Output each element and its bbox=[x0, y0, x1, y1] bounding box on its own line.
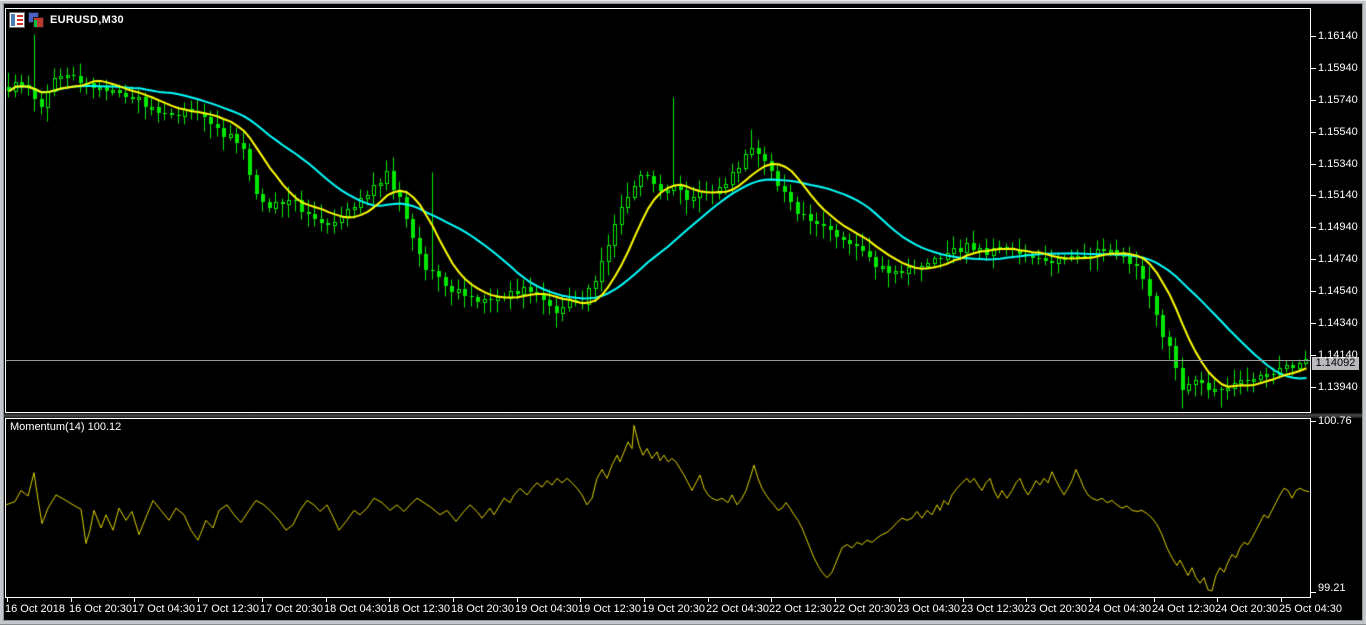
momentum-chart-canvas[interactable] bbox=[6, 419, 1310, 597]
time-axis-tick bbox=[1281, 598, 1282, 602]
price-axis-tick bbox=[1311, 68, 1316, 69]
price-axis-tick bbox=[1311, 387, 1316, 388]
time-axis-tick bbox=[708, 598, 709, 602]
time-axis-label: 23 Oct 12:30 bbox=[961, 603, 1024, 615]
momentum-axis-tick bbox=[1311, 592, 1316, 593]
time-axis-label: 18 Oct 20:30 bbox=[451, 603, 514, 615]
price-axis-tick bbox=[1311, 164, 1316, 165]
time-axis-label: 24 Oct 12:30 bbox=[1152, 603, 1215, 615]
momentum-max-label: 100.76 bbox=[1318, 415, 1352, 427]
price-axis-label: 1.15740 bbox=[1318, 94, 1358, 106]
price-axis-label: 1.15140 bbox=[1318, 189, 1358, 201]
momentum-indicator-panel: Momentum(14) 100.12 bbox=[5, 418, 1311, 598]
time-axis-tick bbox=[644, 598, 645, 602]
price-axis-tick bbox=[1311, 132, 1316, 133]
time-axis-tick bbox=[453, 598, 454, 602]
price-axis-label: 1.14940 bbox=[1318, 221, 1358, 233]
momentum-min-label: 99.21 bbox=[1318, 582, 1346, 594]
time-axis-tick bbox=[134, 598, 135, 602]
chart-legend: EURUSD,M30 bbox=[9, 11, 124, 29]
momentum-axis-tick bbox=[1311, 421, 1316, 422]
symbol-timeframe-label: EURUSD,M30 bbox=[50, 14, 124, 26]
price-axis-label: 1.14140 bbox=[1318, 349, 1358, 361]
price-axis-label: 1.16140 bbox=[1318, 30, 1358, 42]
time-axis-tick bbox=[1026, 598, 1027, 602]
price-axis-tick bbox=[1311, 100, 1316, 101]
price-axis-tick bbox=[1311, 355, 1316, 356]
time-axis-label: 25 Oct 04:30 bbox=[1279, 603, 1342, 615]
time-axis-label: 18 Oct 04:30 bbox=[324, 603, 387, 615]
tile-windows-icon bbox=[28, 12, 44, 28]
price-axis[interactable]: 1.14092 1.16140 1.15940 1.15740 1.15540 1.15… bbox=[1311, 8, 1362, 413]
price-axis-tick bbox=[1311, 195, 1316, 196]
price-axis-label: 1.15340 bbox=[1318, 158, 1358, 170]
time-axis-tick bbox=[198, 598, 199, 602]
time-axis-tick bbox=[771, 598, 772, 602]
time-axis-tick bbox=[7, 598, 8, 602]
price-axis-tick bbox=[1311, 323, 1316, 324]
current-price-line bbox=[6, 360, 1310, 361]
candlestick-chart-canvas[interactable] bbox=[6, 9, 1310, 412]
time-axis-tick bbox=[963, 598, 964, 602]
time-axis-label: 17 Oct 20:30 bbox=[260, 603, 323, 615]
price-axis-tick bbox=[1311, 36, 1316, 37]
momentum-indicator-label: Momentum(14) 100.12 bbox=[10, 421, 122, 433]
time-axis-label: 22 Oct 20:30 bbox=[833, 603, 896, 615]
chart-profile-icon bbox=[9, 12, 25, 28]
time-axis-label: 17 Oct 04:30 bbox=[132, 603, 195, 615]
time-axis-tick bbox=[71, 598, 72, 602]
time-axis-tick bbox=[262, 598, 263, 602]
time-axis-tick bbox=[389, 598, 390, 602]
price-axis-label: 1.14540 bbox=[1318, 285, 1358, 297]
mt4-chart-window: EURUSD,M30 1.14092 1.16140 1.15940 1.15740… bbox=[0, 0, 1366, 625]
time-axis-tick bbox=[517, 598, 518, 602]
price-chart-panel: EURUSD,M30 bbox=[5, 8, 1311, 413]
chart-client-area: EURUSD,M30 1.14092 1.16140 1.15940 1.15740… bbox=[3, 3, 1363, 621]
time-axis-tick bbox=[899, 598, 900, 602]
time-axis-label: 24 Oct 20:30 bbox=[1215, 603, 1278, 615]
time-axis-tick bbox=[835, 598, 836, 602]
price-axis-tick bbox=[1311, 259, 1316, 260]
price-axis-label: 1.13940 bbox=[1318, 381, 1358, 393]
price-axis-label: 1.15940 bbox=[1318, 62, 1358, 74]
time-axis-label: 22 Oct 12:30 bbox=[769, 603, 832, 615]
price-axis-label: 1.15540 bbox=[1318, 126, 1358, 138]
time-axis-label: 17 Oct 12:30 bbox=[196, 603, 259, 615]
time-axis[interactable]: 16 Oct 2018 16 Oct 20:30 17 Oct 04:30 17 Oc… bbox=[4, 598, 1362, 620]
momentum-axis[interactable]: 100.76 99.21 bbox=[1311, 415, 1362, 598]
time-axis-tick bbox=[1154, 598, 1155, 602]
time-axis-tick bbox=[326, 598, 327, 602]
time-axis-label: 23 Oct 04:30 bbox=[897, 603, 960, 615]
price-axis-label: 1.14340 bbox=[1318, 317, 1358, 329]
time-axis-label: 18 Oct 12:30 bbox=[387, 603, 450, 615]
time-axis-label: 22 Oct 04:30 bbox=[706, 603, 769, 615]
time-axis-tick bbox=[1217, 598, 1218, 602]
time-axis-label: 19 Oct 04:30 bbox=[515, 603, 578, 615]
time-axis-label: 16 Oct 20:30 bbox=[69, 603, 132, 615]
price-axis-tick bbox=[1311, 227, 1316, 228]
time-axis-tick bbox=[1090, 598, 1091, 602]
time-axis-label: 19 Oct 12:30 bbox=[578, 603, 641, 615]
time-axis-tick bbox=[580, 598, 581, 602]
time-axis-label: 23 Oct 20:30 bbox=[1024, 603, 1087, 615]
price-axis-tick bbox=[1311, 291, 1316, 292]
time-axis-label: 19 Oct 20:30 bbox=[642, 603, 705, 615]
time-axis-label: 16 Oct 2018 bbox=[5, 603, 65, 615]
price-axis-label: 1.14740 bbox=[1318, 253, 1358, 265]
time-axis-label: 24 Oct 04:30 bbox=[1088, 603, 1151, 615]
